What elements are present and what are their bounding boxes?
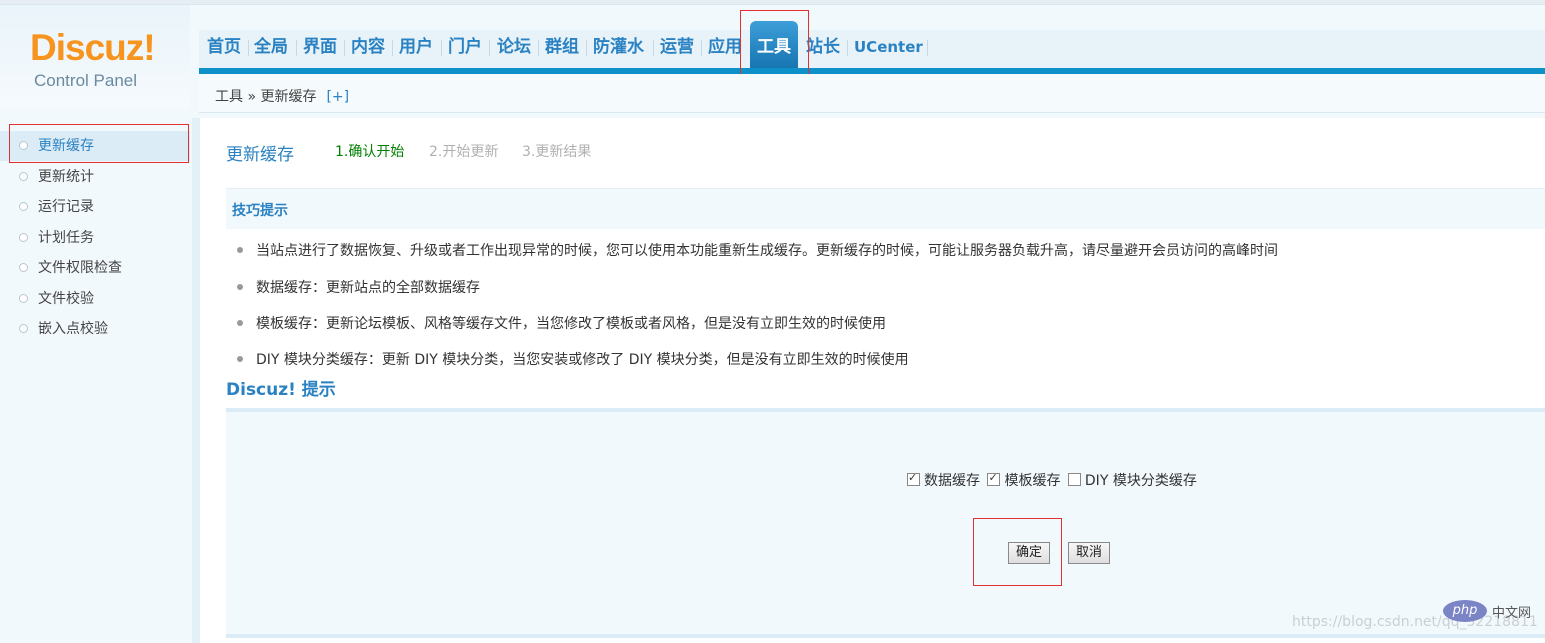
diy-cache-checkbox[interactable]	[1067, 473, 1081, 486]
sidebar-item-label: 文件校验	[38, 291, 94, 307]
step-confirm: 1.确认开始	[335, 144, 405, 160]
nav-separator	[701, 40, 702, 56]
tip-text: DIY 模块分类缓存：更新 DIY 模块分类，当您安装或修改了 DIY 模块分类…	[256, 352, 909, 368]
tip-text: 模板缓存：更新论坛模板、风格等缓存文件，当您修改了模板或者风格，但是没有立即生效…	[256, 316, 886, 332]
template-cache-label[interactable]: 模板缓存	[1004, 473, 1060, 489]
breadcrumb: 工具 » 更新缓存 [+]	[215, 86, 349, 106]
sidebar-item-scheduled-tasks[interactable]: 计划任务	[0, 223, 190, 253]
bullet-icon	[237, 284, 243, 290]
tip-text: 当站点进行了数据恢复、升级或者工作出现异常的时候，您可以使用本功能重新生成缓存。…	[256, 243, 1278, 259]
cancel-button[interactable]: 取消	[1068, 542, 1111, 564]
nav-separator	[441, 40, 442, 56]
nav-separator	[847, 40, 848, 56]
cache-options: 数据缓存 模板缓存 DIY 模块分类缓存	[907, 470, 1197, 490]
nav-separator	[489, 40, 490, 56]
sidebar-item-label: 更新统计	[38, 169, 94, 185]
nav-item-ucenter[interactable]: UCenter	[854, 27, 923, 67]
nav-item-antispam[interactable]: 防灌水	[593, 27, 644, 67]
sidebar-item-label: 运行记录	[38, 199, 94, 215]
nav-separator	[927, 40, 928, 56]
nav-item-apps[interactable]: 应用	[708, 27, 742, 67]
sidebar-item-hook-verify[interactable]: 嵌入点校验	[0, 314, 190, 344]
tips-title: 技巧提示	[232, 203, 288, 219]
template-cache-checkbox[interactable]	[987, 471, 1001, 486]
highlight-box-confirm	[973, 518, 1062, 586]
bullet-icon	[19, 294, 28, 303]
bullet-icon	[237, 356, 243, 362]
breadcrumb-text: 工具 » 更新缓存	[215, 89, 317, 105]
php-site-label: 中文网	[1492, 606, 1532, 621]
nav-item-operations[interactable]: 运营	[660, 27, 694, 67]
highlight-box-sidebar	[9, 124, 189, 163]
sidebar-item-label: 嵌入点校验	[38, 321, 108, 337]
breadcrumb-expand-toggle[interactable]: [+]	[326, 89, 349, 105]
bullet-icon	[19, 324, 28, 333]
sidebar-item-file-permission-check[interactable]: 文件权限检查	[0, 253, 190, 283]
tip-text: 数据缓存：更新站点的全部数据缓存	[256, 280, 480, 296]
nav-separator	[538, 40, 539, 56]
nav-item-webmaster[interactable]: 站长	[806, 27, 840, 67]
notice-title: Discuz! 提示	[226, 380, 336, 400]
logo[interactable]: Discuz! Control Panel	[0, 5, 190, 109]
step-result: 3.更新结果	[522, 144, 592, 160]
nav-separator	[653, 40, 654, 56]
nav-item-users[interactable]: 用户	[399, 27, 433, 67]
breadcrumb-bar	[199, 74, 1545, 113]
nav-item-forum[interactable]: 论坛	[497, 27, 531, 67]
page-title: 更新缓存	[226, 145, 294, 165]
sidebar-item-update-stats[interactable]: 更新统计	[0, 162, 190, 192]
php-logo: php	[1443, 600, 1487, 622]
bullet-icon	[19, 263, 28, 272]
sidebar: 更新缓存 更新统计 运行记录 计划任务 文件权限检查 文件校验 嵌入点校验	[0, 118, 200, 643]
nav-separator	[586, 40, 587, 56]
sidebar-item-label: 文件权限检查	[38, 260, 122, 276]
step-start: 2.开始更新	[429, 144, 499, 160]
bullet-icon	[19, 233, 28, 242]
nav-item-home[interactable]: 首页	[207, 27, 241, 67]
notice-panel	[226, 408, 1545, 638]
bullet-icon	[19, 172, 28, 181]
nav-separator	[392, 40, 393, 56]
sidebar-item-file-verify[interactable]: 文件校验	[0, 284, 190, 314]
nav-item-global[interactable]: 全局	[254, 27, 288, 67]
nav-separator	[296, 40, 297, 56]
logo-text: Discuz!	[30, 27, 156, 68]
diy-cache-label[interactable]: DIY 模块分类缓存	[1085, 473, 1197, 489]
logo-subtitle: Control Panel	[34, 71, 138, 90]
nav-item-interface[interactable]: 界面	[303, 27, 337, 67]
header-top-line	[0, 0, 1545, 5]
bullet-icon	[19, 202, 28, 211]
nav-item-groups[interactable]: 群组	[545, 27, 579, 67]
sidebar-item-run-log[interactable]: 运行记录	[0, 192, 190, 222]
bullet-icon	[237, 247, 243, 253]
nav-separator	[248, 40, 249, 56]
data-cache-checkbox[interactable]	[907, 471, 920, 486]
tips-header: 技巧提示	[226, 188, 1545, 229]
nav-item-portal[interactable]: 门户	[448, 27, 482, 67]
sidebar-item-label: 计划任务	[38, 230, 94, 246]
data-cache-label[interactable]: 数据缓存	[924, 473, 980, 489]
nav-separator	[344, 40, 345, 56]
bullet-icon	[237, 320, 243, 326]
nav-item-content[interactable]: 内容	[351, 27, 385, 67]
